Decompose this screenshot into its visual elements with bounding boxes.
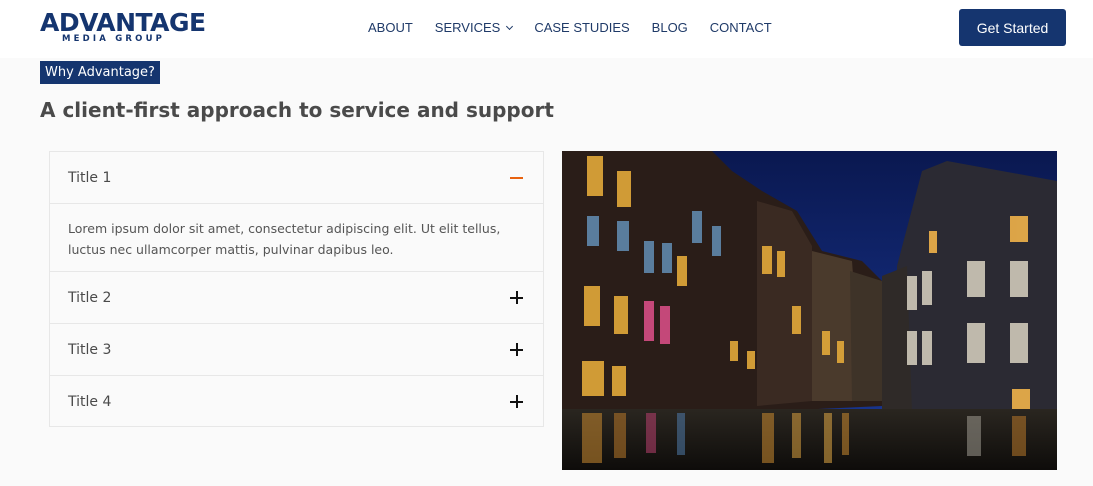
accordion-header-3[interactable]: Title 3 [50, 324, 543, 375]
accordion-title: Title 3 [68, 341, 112, 358]
nav-case-studies[interactable]: CASE STUDIES [534, 19, 629, 37]
accordion-header-2[interactable]: Title 2 [50, 272, 543, 323]
accordion-header-1[interactable]: Title 1 [50, 152, 543, 203]
plus-icon[interactable] [510, 394, 524, 409]
plus-icon[interactable] [510, 342, 524, 357]
plus-icon[interactable] [510, 290, 524, 305]
accordion-item: Title 2 [50, 272, 543, 324]
get-started-button[interactable]: Get Started [959, 9, 1066, 46]
site-header: ADVANTAGE MEDIA GROUP ABOUT SERVICES CAS… [0, 0, 1093, 58]
chevron-down-icon [506, 22, 514, 31]
nav-contact[interactable]: CONTACT [710, 19, 772, 37]
accordion-item: Title 4 [50, 376, 543, 427]
nav-about-label: ABOUT [368, 20, 413, 35]
faq-accordion: Title 1 Lorem ipsum dolor sit amet, cons… [49, 151, 544, 427]
nav-about[interactable]: ABOUT [368, 19, 413, 37]
minus-icon[interactable] [510, 171, 524, 185]
logo-tagline: MEDIA GROUP [62, 34, 166, 44]
accordion-header-4[interactable]: Title 4 [50, 376, 543, 427]
brand-logo[interactable]: ADVANTAGE MEDIA GROUP [40, 10, 210, 46]
section-eyebrow: Why Advantage? [40, 61, 160, 84]
canal-houses-photo [562, 151, 1057, 470]
section-heading: A client-first approach to service and s… [40, 98, 554, 122]
accordion-item: Title 1 Lorem ipsum dolor sit amet, cons… [50, 152, 543, 272]
accordion-title: Title 1 [68, 169, 112, 186]
logo-wordmark: ADVANTAGE [40, 8, 206, 37]
main-nav: ABOUT SERVICES CASE STUDIES BLOG CONTACT [368, 19, 794, 37]
accordion-content: Lorem ipsum dolor sit amet, consectetur … [50, 203, 543, 271]
accordion-item: Title 3 [50, 324, 543, 376]
nav-blog-label: BLOG [651, 20, 688, 35]
nav-contact-label: CONTACT [709, 20, 772, 35]
nav-services[interactable]: SERVICES [434, 19, 514, 37]
nav-case-studies-label: CASE STUDIES [534, 20, 630, 35]
nav-services-label: SERVICES [434, 20, 501, 35]
nav-blog[interactable]: BLOG [652, 19, 688, 37]
accordion-title: Title 2 [68, 289, 112, 306]
accordion-title: Title 4 [68, 393, 112, 410]
